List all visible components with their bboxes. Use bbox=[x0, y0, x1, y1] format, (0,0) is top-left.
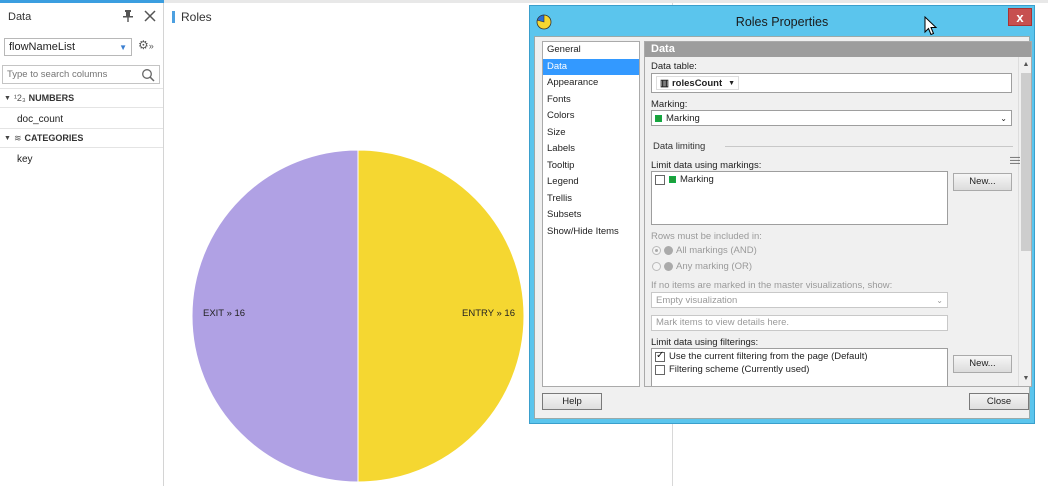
limit-markings-label: Limit data using markings: bbox=[651, 160, 762, 171]
marking-link-icon bbox=[664, 262, 673, 271]
nav-item-legend[interactable]: Legend bbox=[543, 174, 639, 191]
nav-item-data[interactable]: Data bbox=[543, 58, 639, 75]
column-search-input[interactable] bbox=[7, 69, 141, 80]
nav-item-colors[interactable]: Colors bbox=[543, 108, 639, 125]
data-table-field: ▥ rolesCount ▼ bbox=[651, 73, 1012, 93]
markings-list-item[interactable]: Marking bbox=[655, 174, 714, 185]
marking-select[interactable]: Marking ⌄ bbox=[651, 110, 1012, 126]
section-header: Data bbox=[645, 42, 1031, 57]
filtering-item-current[interactable]: Use the current filtering from the page … bbox=[655, 350, 868, 362]
radio-button[interactable] bbox=[652, 246, 661, 255]
chevron-down-icon: ⌄ bbox=[1000, 113, 1007, 123]
data-panel-header: Data bbox=[0, 3, 163, 31]
nav-item-subsets[interactable]: Subsets bbox=[543, 207, 639, 224]
marking-color-icon bbox=[655, 114, 662, 122]
nav-item-trellis[interactable]: Trellis bbox=[543, 191, 639, 208]
scroll-down-icon[interactable]: ▼ bbox=[1020, 373, 1031, 385]
chevron-down-icon: ▼ bbox=[728, 79, 736, 87]
numbers-group[interactable]: ▼ ¹2₃ NUMBERS bbox=[0, 88, 163, 108]
categories-group[interactable]: ▼ ≋ CATEGORIES bbox=[0, 128, 163, 148]
data-table-dropdown[interactable]: ▥ rolesCount ▼ bbox=[656, 76, 740, 90]
nav-item-size[interactable]: Size bbox=[543, 125, 639, 142]
rows-included-label: Rows must be included in: bbox=[651, 231, 762, 242]
numbers-group-label: NUMBERS bbox=[28, 93, 75, 103]
properties-dialog: Roles Properties x General Data Appearance… bbox=[529, 5, 1035, 424]
categories-type-icon: ≋ bbox=[13, 132, 22, 143]
radio-all-markings[interactable]: All markings (AND) bbox=[652, 245, 757, 256]
radio-all-label: All markings (AND) bbox=[676, 245, 757, 256]
help-button[interactable]: Help bbox=[542, 393, 602, 410]
data-table-value: rolesCount bbox=[671, 77, 723, 89]
marking-label: Marking: bbox=[651, 99, 688, 110]
data-limiting-label: Data limiting bbox=[653, 141, 706, 152]
marking-list-label: Marking bbox=[680, 174, 714, 185]
numbers-type-icon: ¹2₃ bbox=[13, 93, 26, 103]
categories-group-label: CATEGORIES bbox=[24, 133, 84, 143]
marking-checkbox[interactable] bbox=[655, 174, 665, 185]
resize-grip-icon[interactable]: — — — bbox=[1010, 153, 1020, 169]
pie-label-entry: ENTRY » 16 bbox=[462, 308, 515, 319]
pie-label-exit: EXIT » 16 bbox=[203, 308, 245, 319]
empty-behavior-select[interactable]: Empty visualization ⌄ bbox=[651, 292, 948, 308]
dialog-close-button[interactable]: x bbox=[1008, 8, 1032, 26]
properties-nav-list: General Data Appearance Fonts Colors Size Labe… bbox=[542, 41, 640, 387]
message-input[interactable]: Mark items to view details here. bbox=[651, 315, 948, 331]
nav-item-fonts[interactable]: Fonts bbox=[543, 92, 639, 109]
data-table-label: Data table: bbox=[651, 61, 697, 72]
nav-item-appearance[interactable]: Appearance bbox=[543, 75, 639, 92]
data-table-select-value: flowNameList bbox=[9, 41, 76, 53]
vertical-scrollbar[interactable]: ▲ ▼ bbox=[1018, 57, 1031, 386]
no-items-label: If no items are marked in the master vis… bbox=[651, 280, 893, 291]
filterings-list: Use the current filtering from the page … bbox=[651, 348, 948, 386]
limit-filterings-label: Limit data using filterings: bbox=[651, 337, 759, 348]
filtering-scheme-checkbox[interactable] bbox=[655, 364, 665, 375]
column-item-key[interactable]: key bbox=[17, 154, 33, 165]
dialog-title: Roles Properties bbox=[735, 15, 829, 29]
search-icon[interactable] bbox=[141, 68, 155, 82]
radio-button[interactable] bbox=[652, 262, 661, 271]
scroll-up-icon[interactable]: ▲ bbox=[1020, 59, 1031, 71]
nav-item-general[interactable]: General bbox=[543, 42, 639, 59]
filtering-current-checkbox[interactable] bbox=[655, 350, 665, 362]
nav-item-show-hide-items[interactable]: Show/Hide Items bbox=[543, 224, 639, 241]
column-item-doc-count[interactable]: doc_count bbox=[17, 114, 63, 125]
table-icon: ▥ bbox=[660, 77, 669, 89]
empty-behavior-value: Empty visualization bbox=[656, 294, 738, 306]
close-panel-icon[interactable] bbox=[143, 9, 157, 26]
marking-link-icon bbox=[664, 246, 673, 255]
column-search-box bbox=[2, 65, 160, 84]
collapse-triangle-icon: ▼ bbox=[4, 134, 11, 142]
radio-any-label: Any marking (OR) bbox=[676, 261, 753, 272]
collapse-triangle-icon: ▼ bbox=[4, 94, 11, 102]
radio-any-marking[interactable]: Any marking (OR) bbox=[652, 261, 752, 272]
new-marking-button[interactable]: New... bbox=[953, 173, 1012, 191]
chevron-down-icon: ⌄ bbox=[936, 295, 943, 305]
filtering-item-scheme[interactable]: Filtering scheme (Currently used) bbox=[655, 364, 809, 375]
nav-item-labels[interactable]: Labels bbox=[543, 141, 639, 158]
divider bbox=[725, 146, 1013, 147]
gear-menu-icon[interactable]: ⚙» bbox=[138, 38, 154, 52]
chevron-down-icon: ▼ bbox=[119, 42, 127, 52]
nav-item-tooltip[interactable]: Tooltip bbox=[543, 158, 639, 175]
data-table-select[interactable]: flowNameList ▼ bbox=[4, 38, 132, 56]
close-button[interactable]: Close bbox=[969, 393, 1029, 410]
scroll-thumb[interactable] bbox=[1021, 73, 1031, 251]
markings-list: Marking bbox=[651, 171, 948, 225]
dialog-titlebar[interactable]: Roles Properties x bbox=[530, 6, 1034, 36]
data-settings-page: Data Data table: ▥ rolesCount ▼ Marking:… bbox=[644, 41, 1032, 387]
filtering-scheme-label: Filtering scheme (Currently used) bbox=[669, 364, 810, 375]
new-filtering-button[interactable]: New... bbox=[953, 355, 1012, 373]
pin-icon[interactable] bbox=[121, 9, 135, 25]
data-panel-title: Data bbox=[8, 11, 32, 23]
filtering-current-label: Use the current filtering from the page … bbox=[669, 351, 868, 362]
marking-color-icon bbox=[669, 176, 676, 183]
dialog-body: General Data Appearance Fonts Colors Size Labe… bbox=[534, 36, 1032, 419]
data-panel: Data flowNameList ▼ ⚙» ▼ ¹2₃ NUMBERS doc… bbox=[0, 3, 164, 486]
mouse-cursor-icon bbox=[924, 16, 938, 36]
marking-select-value: Marking bbox=[666, 112, 700, 124]
